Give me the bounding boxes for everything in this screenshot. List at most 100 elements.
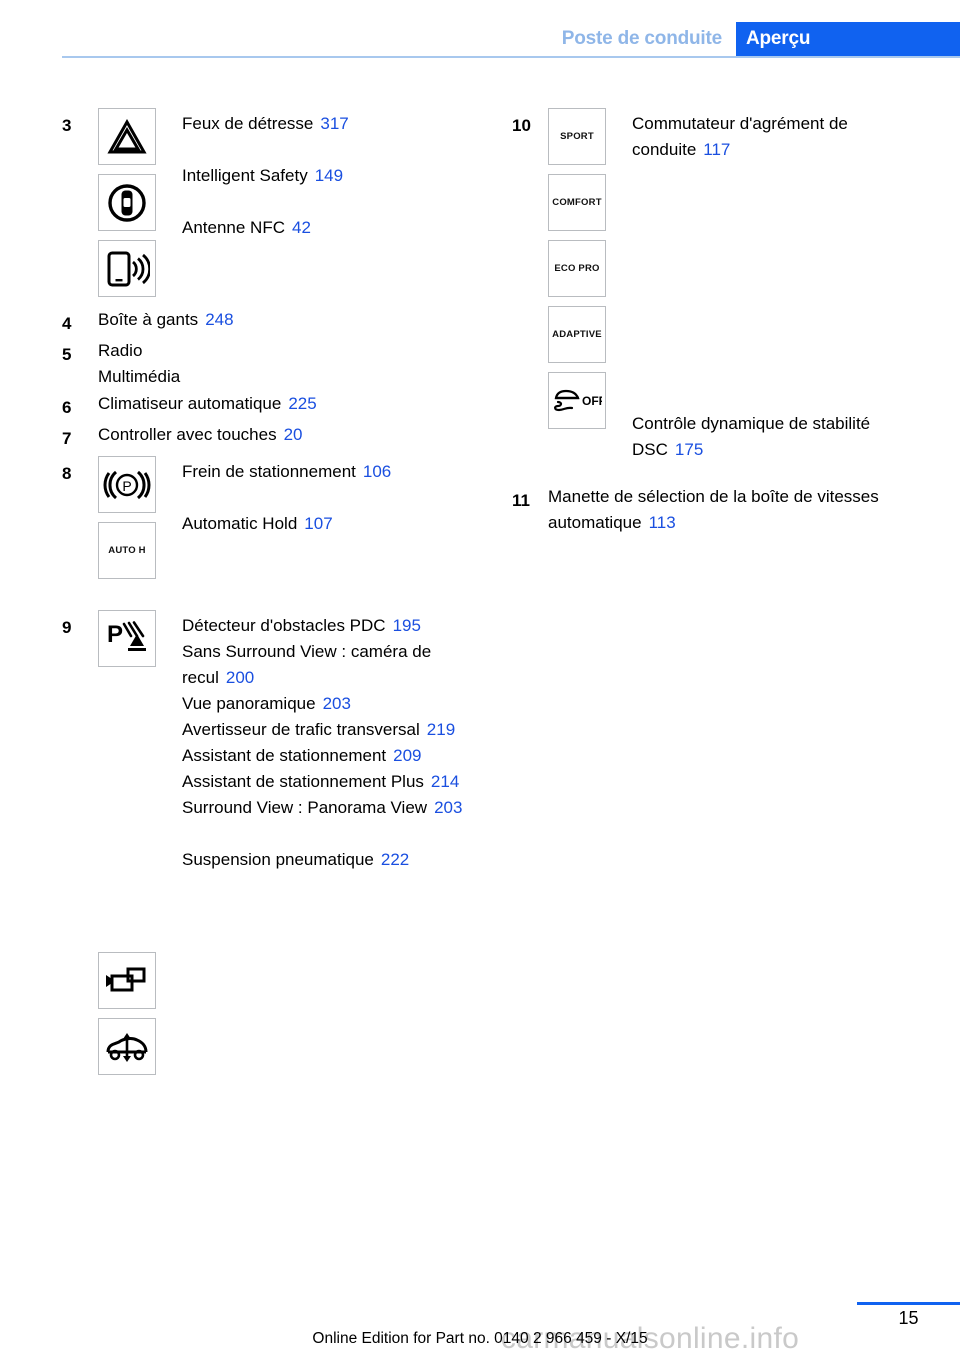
entry-line: Contrôle dynamique de stabilité DSC 175 xyxy=(632,411,932,463)
entry-text-column: Feux de détresse 317 Intelligent Safety 14… xyxy=(182,108,482,241)
entry-label: Vue panoramique xyxy=(182,694,316,713)
right-column: 10 SPORT COMFORT ECO PRO ADAPTIVE OF Com… xyxy=(512,108,932,536)
page-reference[interactable]: 214 xyxy=(424,772,459,791)
air-suspension-car-arrows-icon xyxy=(98,1018,156,1075)
page-header: Poste de conduite Aperçu xyxy=(0,0,960,62)
entry-label: Multimédia xyxy=(98,367,181,386)
left-column: 3 Feux de détresse 317 Intelligent Safet… xyxy=(62,108,482,1084)
chapter-title: Poste de conduite xyxy=(561,28,722,49)
item-number: 10 xyxy=(512,116,531,135)
entry-label: Boîte à gants xyxy=(98,310,199,329)
page-reference[interactable]: 225 xyxy=(281,394,316,413)
entry-line: Assistant de stationnement 209 xyxy=(182,743,482,769)
entry-label: Surround View : Panorama View xyxy=(182,798,428,817)
comfort-label: COMFORT xyxy=(552,197,602,208)
entry-text-column: Boîte à gants 248 xyxy=(98,306,482,333)
entry-label: Assistant de stationnement Plus xyxy=(182,772,424,791)
item-number: 3 xyxy=(62,116,72,135)
page-reference[interactable]: 203 xyxy=(316,694,351,713)
icon-gap xyxy=(98,676,182,952)
footer-rule xyxy=(857,1302,960,1305)
item-number: 11 xyxy=(512,491,530,510)
item-number: 9 xyxy=(62,618,72,637)
entry-line: Surround View : Panorama View 203 xyxy=(182,795,482,821)
page-reference[interactable]: 175 xyxy=(668,440,703,459)
list-item: 3 Feux de détresse 317 Intelligent Safet… xyxy=(62,108,482,306)
entry-label: Feux de détresse xyxy=(182,114,314,133)
dsc-off-icon: OFF xyxy=(548,372,606,429)
auto-hold-icon: AUTO H xyxy=(98,522,156,579)
list-item: 11 Manette de sélection de la boîte de v… xyxy=(512,483,932,536)
entry-text-column: Climatiseur automatique 225 xyxy=(98,390,482,417)
page-reference[interactable]: 42 xyxy=(285,218,311,237)
list-item: 10 SPORT COMFORT ECO PRO ADAPTIVE OF Com… xyxy=(512,108,932,463)
page-reference[interactable]: 113 xyxy=(642,513,676,532)
entry-line: Manette de sélection de la boîte de vite… xyxy=(548,484,932,536)
entry-line: Détecteur d'obstacles PDC 195 xyxy=(182,613,482,639)
icon-column xyxy=(98,108,182,306)
entry-label: Intelligent Safety xyxy=(182,166,308,185)
page-reference[interactable]: 195 xyxy=(386,616,421,635)
entry-spacer xyxy=(182,189,482,215)
sport-mode-button-icon: SPORT xyxy=(548,108,606,165)
item-number: 6 xyxy=(62,398,72,417)
page-reference[interactable]: 203 xyxy=(427,798,462,817)
entry-label: Avertisseur de trafic transversal xyxy=(182,720,420,739)
entry-label: Climatiseur automatique xyxy=(98,394,282,413)
entry-line: Frein de stationnement 106 xyxy=(182,459,482,485)
entry-line: Climatiseur automatique 225 xyxy=(98,391,482,417)
item-number: 5 xyxy=(62,345,72,364)
entry-line: Vue panoramique 203 xyxy=(182,691,482,717)
list-item: 7 Controller avec touches 20 xyxy=(62,421,482,452)
entry-line: Avertisseur de trafic transversal 219 xyxy=(182,717,482,743)
entry-line: Multimédia xyxy=(98,364,482,390)
edition-notice: Online Edition for Part no. 0140 2 966 4… xyxy=(312,1330,648,1347)
page-reference[interactable]: 107 xyxy=(297,514,332,533)
intelligent-safety-car-in-circle-icon xyxy=(98,174,156,231)
entry-line: Radio xyxy=(98,338,482,364)
entry-line: Sans Surround View : caméra de recul 200 xyxy=(182,639,482,691)
adaptive-label: ADAPTIVE xyxy=(552,329,602,340)
entry-label: Manette de sélection de la boîte de vite… xyxy=(548,487,879,532)
entry-line: Automatic Hold 107 xyxy=(182,511,482,537)
page-reference[interactable]: 222 xyxy=(374,850,409,869)
entry-label: Commutateur d'agrément de conduite xyxy=(632,114,848,159)
entry-line: Controller avec touches 20 xyxy=(98,422,482,448)
eco-pro-label: ECO PRO xyxy=(554,263,600,274)
icon-column: P AUTO H xyxy=(98,456,182,588)
page-reference[interactable]: 219 xyxy=(420,720,455,739)
page-reference[interactable]: 117 xyxy=(696,140,730,159)
svg-text:P: P xyxy=(122,478,131,494)
page-reference[interactable]: 149 xyxy=(308,166,343,185)
dsc-off-text: OFF xyxy=(582,394,602,408)
document-page: Poste de conduite Aperçu 3 Feux de détre… xyxy=(0,0,960,1362)
entry-text-column: Commutateur d'agrément de conduite 117 Co… xyxy=(632,108,932,463)
hazard-warning-triangle-icon xyxy=(98,108,156,165)
page-reference[interactable]: 317 xyxy=(313,114,348,133)
surround-view-camera-icon xyxy=(98,952,156,1009)
page-reference[interactable]: 106 xyxy=(356,462,391,481)
page-reference[interactable]: 248 xyxy=(198,310,233,329)
entry-line: Boîte à gants 248 xyxy=(98,307,482,333)
entry-line: Commutateur d'agrément de conduite 117 xyxy=(632,111,932,163)
entry-label: Suspension pneumatique xyxy=(182,850,374,869)
section-title: Aperçu xyxy=(746,28,811,49)
page-reference[interactable]: 200 xyxy=(219,668,254,687)
entry-label: Automatic Hold xyxy=(182,514,298,533)
list-item: 4 Boîte à gants 248 xyxy=(62,306,482,337)
comfort-mode-button-icon: COMFORT xyxy=(548,174,606,231)
list-item: 6 Climatiseur automatique 225 xyxy=(62,390,482,421)
pdc-parking-sonar-icon: P xyxy=(98,610,156,667)
entry-text-column: Détecteur d'obstacles PDC 195 Sans Surrou… xyxy=(182,610,482,873)
entry-line: Assistant de stationnement Plus 214 xyxy=(182,769,482,795)
svg-text:P: P xyxy=(107,621,123,648)
sport-label: SPORT xyxy=(560,131,594,142)
page-reference[interactable]: 20 xyxy=(277,425,303,444)
entry-label: Frein de stationnement xyxy=(182,462,356,481)
entry-label: Controller avec touches xyxy=(98,425,277,444)
list-item: 5 Radio Multimédia xyxy=(62,337,482,390)
entry-spacer xyxy=(182,821,482,847)
entry-text-column: Radio Multimédia xyxy=(98,337,482,390)
nfc-antenna-phone-waves-icon xyxy=(98,240,156,297)
page-reference[interactable]: 209 xyxy=(386,746,421,765)
